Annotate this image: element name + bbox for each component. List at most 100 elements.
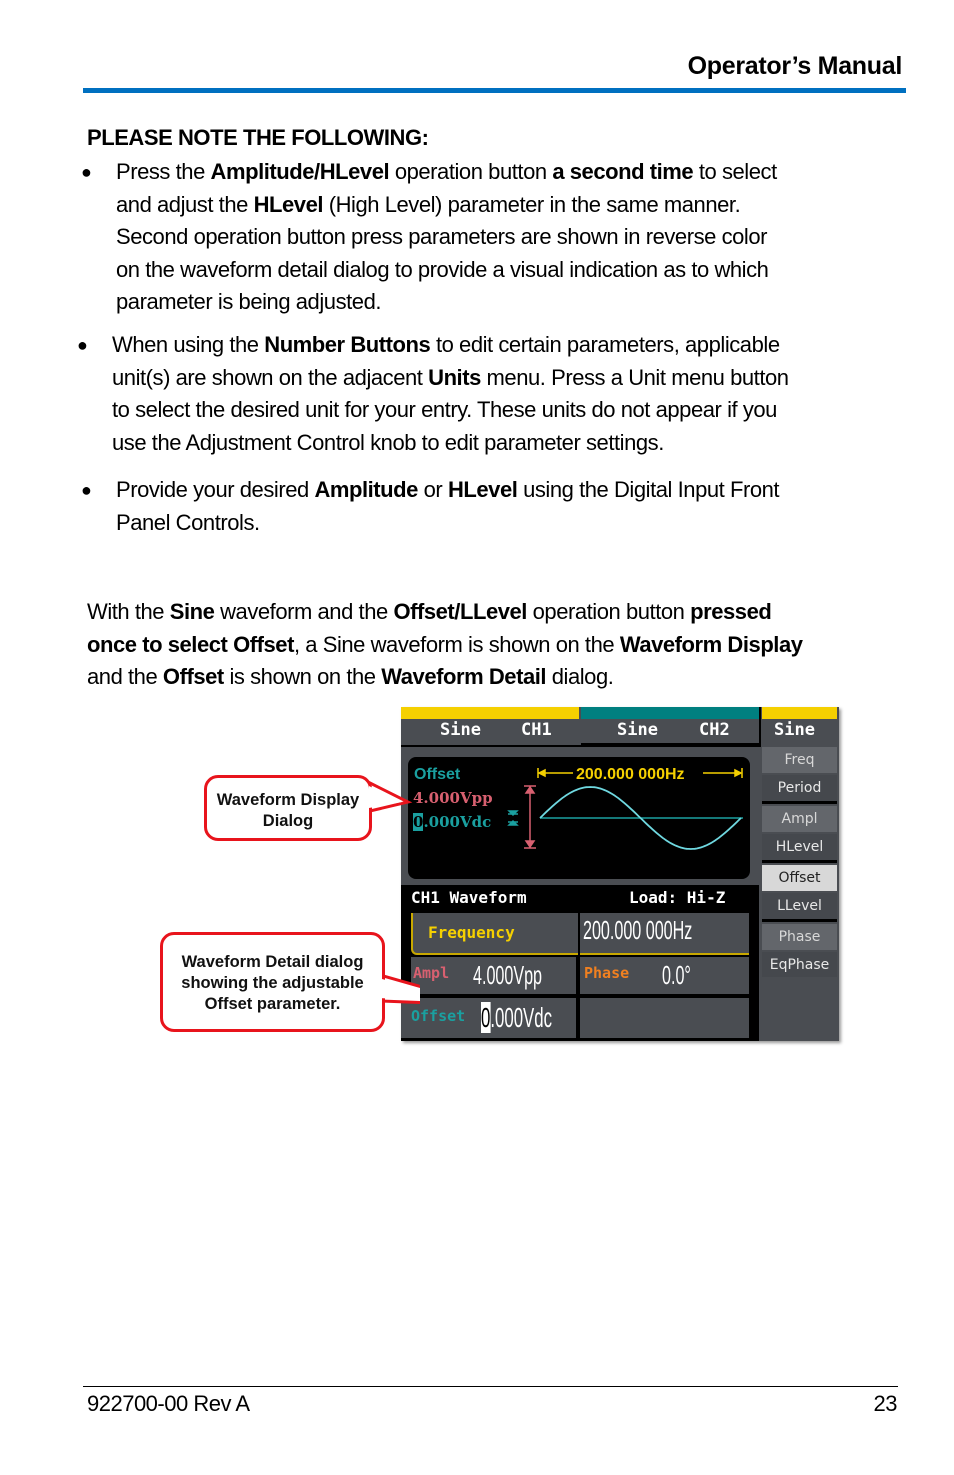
- tab-menu-bar: [762, 707, 837, 719]
- text-run: When using the: [112, 332, 265, 357]
- bold-term: Offset: [162, 664, 224, 689]
- text-line: use the Adjustment Control knob to edit …: [112, 427, 912, 460]
- detail-title: CH1 Waveform: [411, 888, 527, 907]
- text-run: menu. Press a Unit menu button: [480, 364, 789, 390]
- bold-term: once to select Offset: [87, 631, 294, 657]
- text-run: Second operation button press parameters…: [116, 224, 768, 249]
- text-run: to select: [693, 159, 777, 184]
- text-run: Panel Controls.: [116, 509, 260, 535]
- tab-ch2[interactable]: Sine CH2: [581, 707, 761, 745]
- bullet-text: When using the Number Buttons to edit ce…: [112, 329, 912, 459]
- offset-rest: .000Vdc: [490, 1002, 552, 1033]
- empty-cell: [580, 998, 749, 1038]
- text-line: Press the Amplitude/HLevel operation but…: [116, 156, 916, 189]
- tab-divider: [401, 745, 761, 747]
- text-run: Provide your desired: [116, 477, 315, 502]
- footer-rule: [83, 1386, 898, 1387]
- tab-ch1[interactable]: Sine CH1: [401, 707, 579, 745]
- tab-ch1-bar: [401, 707, 579, 719]
- text-line: and the Offset is shown on the Waveform …: [87, 661, 907, 694]
- text-run: on the waveform detail dialog to provide…: [116, 256, 769, 282]
- waveform-graph: [507, 768, 743, 850]
- text-run: Press the: [116, 159, 211, 184]
- phase-cell[interactable]: Phase 0.0°: [580, 957, 749, 994]
- detail-callout-pointer: [378, 973, 420, 1005]
- text-run: parameter is being adjusted.: [116, 289, 382, 314]
- bullet-text: Press the Amplitude/HLevel operation but…: [116, 156, 916, 319]
- text-line: unit(s) are shown on the adjacent Units …: [112, 362, 912, 395]
- frequency-arrow: [537, 768, 743, 778]
- bullet-icon: ●: [81, 162, 92, 182]
- ampl-cell[interactable]: Ampl 4.000Vpp: [411, 957, 576, 994]
- text-run: , a Sine waveform is shown on the: [293, 631, 620, 657]
- display-callout-line: Dialog: [262, 812, 314, 830]
- menu-item-phase[interactable]: Phase: [762, 924, 837, 950]
- bold-term: Sine: [169, 599, 215, 624]
- text-run: dialog.: [546, 664, 614, 689]
- amplitude-marker: [524, 785, 536, 849]
- text-run: waveform and the: [214, 599, 394, 624]
- text-run: or: [417, 477, 448, 502]
- menu-separator: [762, 860, 837, 863]
- notes-title: PLEASE NOTE THE FOLLOWING:: [87, 122, 429, 155]
- detail-grid: Frequency 200.000 000Hz Ampl 4.000Vpp Ph…: [401, 911, 759, 1041]
- detail-callout-line: showing the adjustable: [181, 974, 364, 992]
- bold-term: HLevel: [253, 191, 324, 217]
- text-run: and the: [87, 664, 163, 689]
- tab-ch2-wave: Sine: [617, 720, 658, 740]
- bold-term: Waveform Display: [619, 631, 803, 657]
- bold-term: Offset/LLevel: [393, 599, 527, 624]
- bold-term: a second time: [552, 159, 694, 184]
- text-line: on the waveform detail dialog to provide…: [116, 254, 916, 287]
- menu-item-period[interactable]: Period: [762, 775, 837, 801]
- menu-separator: [762, 801, 837, 804]
- offset-marker: [507, 810, 519, 826]
- frequency-value: 200.000 000Hz: [583, 915, 693, 945]
- document-id: 922700-00 Rev A: [87, 1391, 250, 1416]
- text-run: (High Level) parameter in the same manne…: [323, 191, 741, 217]
- text-run: With the: [87, 599, 170, 624]
- text-line: When using the Number Buttons to edit ce…: [112, 329, 912, 362]
- bold-term: HLevel: [447, 477, 518, 502]
- notes-title-colon: :: [421, 125, 429, 150]
- bold-term: Amplitude: [314, 477, 418, 502]
- offset-cursor: 0: [481, 1002, 491, 1033]
- bold-term: Waveform Detail: [381, 664, 547, 689]
- text-run: and adjust the: [116, 191, 254, 217]
- detail-load: Load: Hi-Z: [629, 888, 726, 907]
- waveform-display-callout: Waveform Display Dialog: [204, 775, 372, 841]
- frequency-label: Frequency: [428, 923, 515, 942]
- bullet-icon: ●: [81, 480, 92, 500]
- menu-empty: [762, 977, 837, 1041]
- tab-ch2-channel: CH2: [699, 720, 730, 740]
- frequency-value-cell[interactable]: 200.000 000Hz: [580, 913, 749, 955]
- ampl-value: 4.000Vpp: [473, 960, 543, 990]
- menu-item-freq[interactable]: Freq: [762, 747, 837, 773]
- menu-item-ampl[interactable]: Ampl: [762, 806, 837, 832]
- text-run: operation button: [389, 159, 553, 184]
- bullet-icon: ●: [77, 335, 88, 355]
- menu-item-eqphase[interactable]: EqPhase: [762, 952, 837, 978]
- text-run: unit(s) are shown on the adjacent: [112, 364, 429, 390]
- text-line: Panel Controls.: [116, 507, 916, 540]
- phase-value: 0.0°: [662, 960, 691, 990]
- text-line: Second operation button press parameters…: [116, 221, 916, 254]
- bold-term: pressed: [690, 599, 772, 624]
- display-callout-pointer: [368, 780, 413, 813]
- header-rule: [83, 88, 906, 93]
- text-line: parameter is being adjusted.: [116, 286, 916, 319]
- menu-item-hlevel[interactable]: HLevel: [762, 834, 837, 860]
- detail-callout-line: Waveform Detail dialog: [181, 953, 364, 971]
- detail-callout-line: Offset parameter.: [204, 995, 341, 1013]
- offset-cell[interactable]: Offset 0.000Vdc: [401, 998, 576, 1038]
- text-run: use the Adjustment Control knob to edit …: [112, 429, 664, 455]
- text-line: Provide your desired Amplitude or HLevel…: [116, 474, 916, 507]
- menu-item-llevel[interactable]: LLevel: [762, 893, 837, 919]
- menu-item-offset[interactable]: Offset: [762, 865, 837, 891]
- text-line: once to select Offset, a Sine waveform i…: [87, 629, 907, 662]
- text-run: to edit certain parameters, applicable: [430, 332, 780, 357]
- frequency-label-cell[interactable]: Frequency: [411, 913, 578, 955]
- notes-title-text: PLEASE NOTE THE FOLLOWING: [87, 125, 422, 150]
- bold-term: Amplitude/HLevel: [210, 159, 390, 184]
- text-run: is shown on the: [223, 664, 382, 689]
